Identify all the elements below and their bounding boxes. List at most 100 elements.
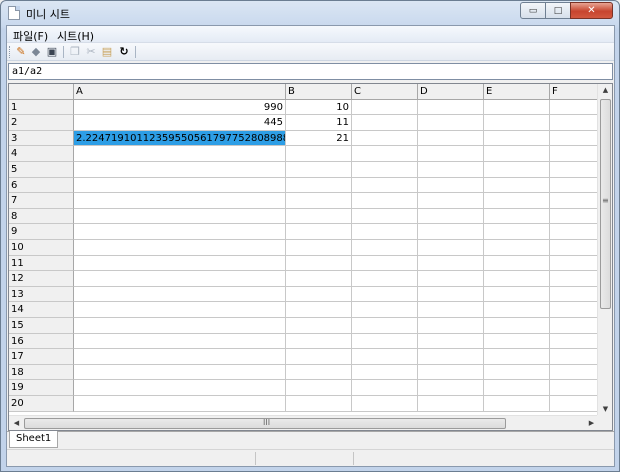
grid-cell[interactable] [550,177,599,194]
grid-cell[interactable] [74,240,286,256]
close-button[interactable]: ✕ [570,2,613,19]
grid-cell[interactable]: 11 [286,115,352,131]
minimize-button[interactable]: ▭ [520,2,546,19]
scroll-down-icon[interactable]: ▼ [598,405,612,413]
column-header[interactable]: B [286,84,352,100]
menu-sheet[interactable]: 시트(H) [57,28,94,44]
grid-cell[interactable] [550,380,599,396]
grid-cell[interactable] [286,271,352,287]
grid-cell[interactable] [550,208,599,225]
grid-cell[interactable] [74,318,286,334]
grid-cell[interactable] [74,271,286,287]
grid-cell[interactable] [352,115,418,131]
grid-cell[interactable] [74,302,286,318]
paste-icon[interactable]: ▤ [100,45,114,59]
grid-cell[interactable] [286,224,352,240]
grid-cell[interactable] [352,396,418,412]
row-header[interactable]: 2 [9,115,74,131]
grid-cell[interactable] [418,286,484,303]
grid-cell[interactable] [484,271,550,287]
spreadsheet-grid[interactable]: A B C D E F 1 990 10 2 445 11 3 2.2247191011235955056… [8,83,613,431]
grid-cell[interactable] [352,99,418,116]
grid-cell[interactable]: 21 [286,130,352,147]
column-header[interactable]: F [550,84,599,100]
grid-cell[interactable] [418,349,484,365]
row-header[interactable]: 16 [9,333,74,350]
grid-cell[interactable] [352,208,418,225]
scroll-up-icon[interactable]: ▲ [598,86,612,94]
grid-cell[interactable] [550,115,599,131]
grid-cell[interactable] [286,302,352,318]
grid-cell[interactable] [418,99,484,116]
grid-cell[interactable] [418,333,484,350]
grid-cell[interactable] [352,177,418,194]
grid-cell[interactable] [286,193,352,209]
row-header[interactable]: 12 [9,271,74,287]
scroll-left-icon[interactable]: ◀ [9,419,24,427]
grid-cell[interactable] [286,255,352,272]
column-header[interactable]: D [418,84,484,100]
grid-cell[interactable] [74,146,286,162]
grid-cell[interactable]: 10 [286,99,352,116]
row-header[interactable]: 3 [9,130,74,147]
grid-cell[interactable] [418,177,484,194]
grid-cell[interactable] [286,162,352,178]
grid-cell[interactable] [550,364,599,381]
grid-cell[interactable] [550,224,599,240]
menu-file[interactable]: 파일(F) [13,28,48,44]
row-header[interactable]: 18 [9,364,74,381]
grid-cell[interactable] [484,318,550,334]
grid-cell[interactable] [74,224,286,240]
grid-cell[interactable] [352,286,418,303]
grid-cell[interactable] [352,364,418,381]
grid-cell[interactable] [484,115,550,131]
row-header[interactable]: 6 [9,177,74,194]
grid-cell[interactable] [418,224,484,240]
grid-cell[interactable] [484,146,550,162]
row-header[interactable]: 19 [9,380,74,396]
grid-cell[interactable] [74,208,286,225]
grid-cell[interactable] [550,286,599,303]
grid-cell[interactable] [352,318,418,334]
grid-cell[interactable] [286,240,352,256]
sheet-tab[interactable]: Sheet1 [9,431,59,448]
grid-cell[interactable] [418,396,484,412]
column-header[interactable]: A [74,84,286,100]
grid-cell[interactable] [550,396,599,412]
grid-cell[interactable] [418,255,484,272]
grid-cell[interactable] [550,349,599,365]
grid-cell[interactable] [550,302,599,318]
copy-icon[interactable]: ❐ [68,45,82,59]
grid-cell[interactable] [418,208,484,225]
grid-cell[interactable] [484,333,550,350]
grid-cell[interactable] [286,396,352,412]
row-header[interactable]: 4 [9,146,74,162]
grid-cell[interactable] [74,162,286,178]
grid-cell[interactable] [550,333,599,350]
vertical-scrollbar[interactable]: ▲ ≡ ▼ [597,84,612,415]
grid-cell[interactable] [484,396,550,412]
grid-cell[interactable] [352,162,418,178]
grid-cell[interactable] [418,380,484,396]
grid-cell[interactable] [484,177,550,194]
grid-cell[interactable] [352,302,418,318]
grid-cell[interactable] [484,240,550,256]
row-header[interactable]: 1 [9,99,74,116]
grid-cell[interactable] [550,162,599,178]
grid-cell[interactable] [550,193,599,209]
grid-cell[interactable] [550,99,599,116]
grid-cell[interactable] [352,255,418,272]
grid-cell[interactable] [484,193,550,209]
eraser-icon[interactable]: ◆ [29,45,43,59]
grid-cell[interactable] [286,364,352,381]
grid-cell[interactable] [286,177,352,194]
grid-cell[interactable] [484,380,550,396]
select-all-corner[interactable] [9,84,74,100]
row-header[interactable]: 11 [9,255,74,272]
grid-cell[interactable]: 990 [74,99,286,116]
grid-cell[interactable] [484,130,550,147]
grid-cell[interactable] [484,255,550,272]
grid-cell[interactable] [352,224,418,240]
grid-cell[interactable] [286,208,352,225]
row-header[interactable]: 17 [9,349,74,365]
